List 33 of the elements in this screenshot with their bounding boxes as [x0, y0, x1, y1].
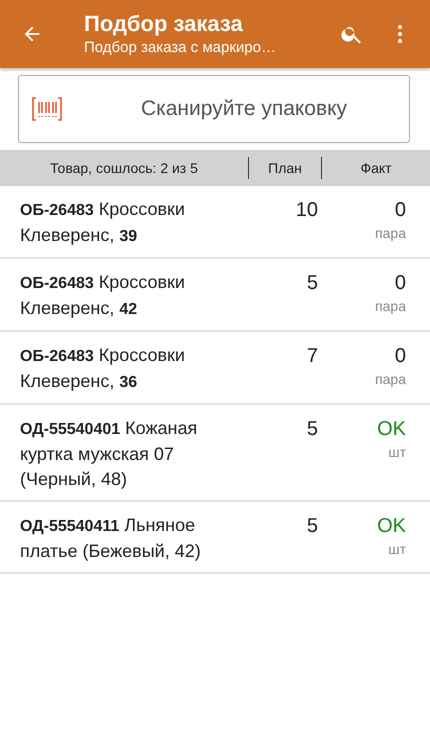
- item-name: ОД-55540411 Льняное платье (Бежевый, 42): [20, 514, 202, 563]
- more-icon: [398, 25, 402, 43]
- barcode-icon: [32, 97, 62, 121]
- fact-quantity: 0: [394, 198, 406, 223]
- unit-label: шт: [388, 540, 406, 559]
- plan-quantity: 7: [306, 344, 318, 369]
- fact-quantity: OK: [377, 514, 406, 539]
- scan-field[interactable]: Сканируйте упаковку: [18, 75, 410, 143]
- screen-subtitle: Подбор заказа с маркиро…: [84, 38, 277, 58]
- fact-quantity: 0: [394, 344, 406, 369]
- plan-quantity: 5: [306, 417, 318, 442]
- column-title: План: [267, 160, 303, 176]
- item-row[interactable]: ОД-55540401 Кожаная куртка мужская 07 (Черный, 48) 5 OK шт: [0, 405, 430, 502]
- fact-quantity: 0: [394, 271, 406, 296]
- column-title: Товар, сошлось: 2 из 5: [49, 160, 199, 176]
- column-title: Факт: [359, 160, 393, 176]
- item-name: ОД-55540401 Кожаная куртка мужская 07 (Черный, 48): [20, 417, 198, 491]
- unit-label: пара: [375, 297, 406, 316]
- unit-label: пара: [375, 224, 406, 243]
- item-name: ОБ-26483 Кроссовки Клеверенс, 42: [20, 271, 186, 320]
- plan-quantity: 5: [306, 514, 318, 539]
- screen-title: Подбор заказа: [84, 10, 244, 38]
- unit-label: пара: [375, 370, 406, 389]
- item-name: ОБ-26483 Кроссовки Клеверенс, 36: [20, 344, 186, 393]
- unit-label: шт: [388, 443, 406, 462]
- item-row[interactable]: ОБ-26483 Кроссовки Клеверенс, 36 7 0 пара: [0, 332, 430, 405]
- plan-quantity: 5: [306, 271, 318, 296]
- item-row[interactable]: ОБ-26483 Кроссовки Клеверенс, 39 10 0 пара: [0, 186, 430, 259]
- fact-quantity: OK: [377, 417, 406, 442]
- item-row[interactable]: ОБ-26483 Кроссовки Клеверенс, 42 5 0 пара: [0, 259, 430, 332]
- plan-quantity: 10: [294, 198, 318, 223]
- item-row[interactable]: ОД-55540411 Льняное платье (Бежевый, 42) 5 OK шт: [0, 502, 430, 574]
- item-name: ОБ-26483 Кроссовки Клеверенс, 39: [20, 198, 186, 247]
